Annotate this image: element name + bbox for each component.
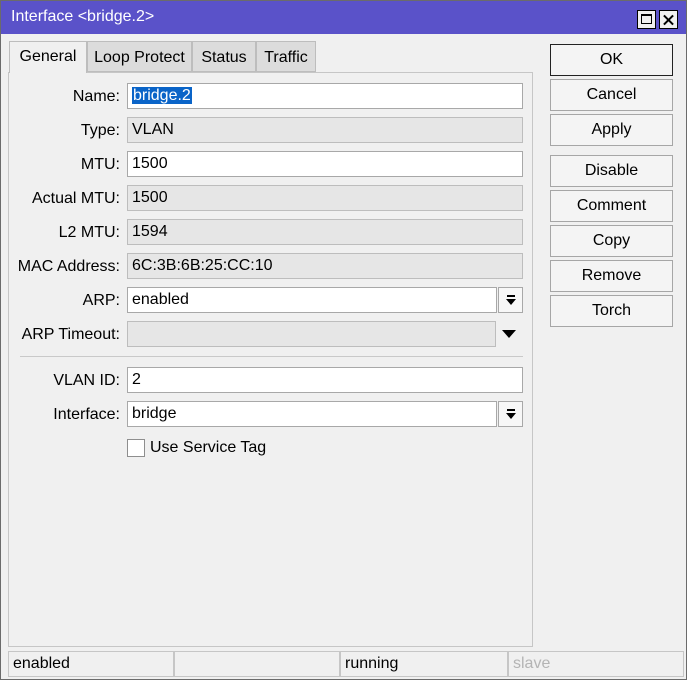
vlan-id-input[interactable]: 2 [127,367,523,393]
status-slave: slave [508,651,684,677]
name-input[interactable]: bridge.2 [127,83,523,109]
tab-loop-protect[interactable]: Loop Protect [87,41,192,72]
arp-label: ARP: [82,292,120,309]
disable-button[interactable]: Disable [550,155,673,187]
title-bar[interactable]: Interface <bridge.2> [1,1,686,34]
close-icon[interactable] [659,10,678,29]
type-label: Type: [80,122,120,139]
apply-button[interactable]: Apply [550,114,673,146]
actual-mtu-label: Actual MTU: [31,190,120,207]
ok-button[interactable]: OK [550,44,673,76]
tab-general[interactable]: General [9,41,87,73]
comment-button[interactable]: Comment [550,190,673,222]
use-service-tag-checkbox[interactable] [127,439,145,457]
maximize-icon[interactable] [637,10,656,29]
window-title: Interface <bridge.2> [11,8,155,25]
section-divider [20,356,523,357]
name-label: Name: [72,88,120,105]
remove-button[interactable]: Remove [550,260,673,292]
tab-status[interactable]: Status [192,41,256,72]
name-value: bridge.2 [132,87,192,104]
actual-mtu-field: 1500 [127,185,523,211]
arp-timeout-field[interactable] [127,321,496,347]
torch-button[interactable]: Torch [550,295,673,327]
vlan-id-label: VLAN ID: [53,372,120,389]
use-service-tag-label[interactable]: Use Service Tag [150,439,266,457]
arp-timeout-label: ARP Timeout: [21,326,120,343]
mac-address-field: 6C:3B:6B:25:CC:10 [127,253,523,279]
tab-traffic[interactable]: Traffic [256,41,316,72]
arp-timeout-expand-icon[interactable] [502,330,516,338]
copy-button[interactable]: Copy [550,225,673,257]
status-running: running [340,651,508,677]
type-field: VLAN [127,117,523,143]
arp-dropdown-icon[interactable] [498,287,523,313]
mtu-label: MTU: [80,156,120,173]
l2-mtu-field: 1594 [127,219,523,245]
l2-mtu-label: L2 MTU: [58,224,120,241]
mac-address-label: MAC Address: [17,258,120,275]
interface-select[interactable]: bridge [127,401,497,427]
interface-dropdown-icon[interactable] [498,401,523,427]
status-empty [174,651,340,677]
interface-label: Interface: [53,406,120,423]
status-enabled: enabled [8,651,174,677]
interface-window: Interface <bridge.2> General Loop Protec… [0,0,687,680]
arp-select[interactable]: enabled [127,287,497,313]
mtu-input[interactable]: 1500 [127,151,523,177]
cancel-button[interactable]: Cancel [550,79,673,111]
